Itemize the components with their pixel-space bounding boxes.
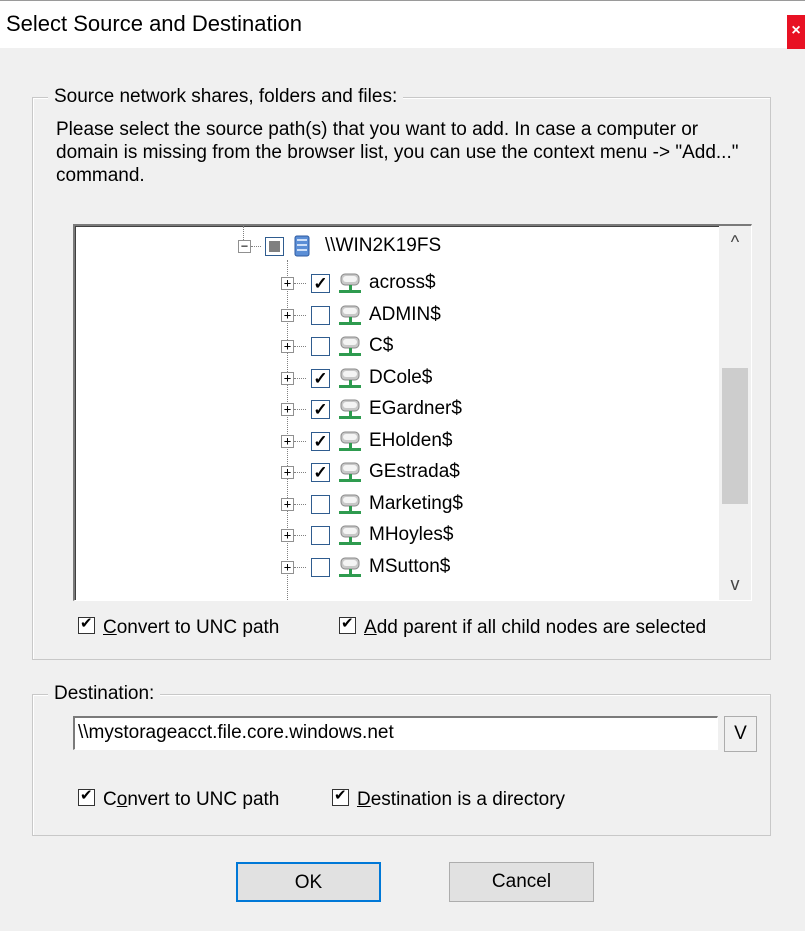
destination-convert-unc-checkbox[interactable]: Convert to UNC path [78, 786, 279, 811]
add-parent-checkbox[interactable]: Add parent if all child nodes are select… [339, 614, 706, 639]
tree-share-node[interactable]: + ✓ GEstrada$ [75, 459, 715, 489]
share-label[interactable]: GEstrada$ [369, 461, 460, 483]
network-share-icon [339, 525, 361, 545]
tree-connector [294, 409, 306, 410]
expand-toggle-icon[interactable]: + [281, 277, 294, 290]
share-checkbox[interactable] [311, 526, 330, 545]
tree-connector [294, 567, 306, 568]
server-node-label[interactable]: \\WIN2K19FS [325, 235, 441, 257]
network-share-icon [339, 305, 361, 325]
expand-toggle-icon[interactable]: + [281, 561, 294, 574]
share-label[interactable]: across$ [369, 272, 436, 294]
expand-toggle-icon[interactable]: + [281, 340, 294, 353]
checkbox-box[interactable] [332, 786, 349, 806]
tree-share-node[interactable]: + MHoyles$ [75, 522, 715, 552]
cancel-button[interactable]: Cancel [449, 862, 594, 902]
expand-toggle-icon[interactable]: + [281, 529, 294, 542]
tree-connector [294, 283, 306, 284]
expand-toggle-icon[interactable]: + [281, 372, 294, 385]
tree-share-node[interactable]: + ADMIN$ [75, 302, 715, 332]
server-icon [294, 235, 310, 257]
network-share-icon [339, 336, 361, 356]
share-label[interactable]: DCole$ [369, 367, 432, 389]
close-button[interactable]: × [787, 15, 805, 49]
tree-connector [294, 378, 306, 379]
scrollbar-thumb[interactable] [722, 368, 748, 504]
tree-scrollbar[interactable]: ^ v [719, 226, 751, 600]
destination-dropdown-button[interactable]: V [724, 716, 757, 752]
share-checkbox[interactable]: ✓ [311, 463, 330, 482]
share-checkbox[interactable]: ✓ [311, 400, 330, 419]
share-checkbox[interactable] [311, 337, 330, 356]
tree-connector [294, 472, 306, 473]
network-share-icon [339, 399, 361, 419]
tree-connector [294, 315, 306, 316]
network-share-icon [339, 368, 361, 388]
scroll-down-arrow-icon[interactable]: v [719, 568, 751, 600]
share-checkbox[interactable]: ✓ [311, 369, 330, 388]
window-title: Select Source and Destination [6, 11, 302, 36]
share-label[interactable]: EHolden$ [369, 430, 452, 452]
tree-share-node[interactable]: + MSutton$ [75, 554, 715, 584]
share-checkbox[interactable] [311, 558, 330, 577]
network-share-icon [339, 557, 361, 577]
network-share-icon [339, 462, 361, 482]
share-label[interactable]: C$ [369, 335, 393, 357]
tree-connector [294, 504, 306, 505]
expand-toggle-icon[interactable]: + [281, 435, 294, 448]
destination-is-directory-checkbox[interactable]: Destination is a directory [332, 786, 565, 811]
collapse-toggle-icon[interactable]: − [238, 240, 251, 253]
tree-share-node[interactable]: + ✓ DCole$ [75, 365, 715, 395]
share-checkbox[interactable] [311, 306, 330, 325]
tree-share-node[interactable]: + Marketing$ [75, 491, 715, 521]
expand-toggle-icon[interactable]: + [281, 403, 294, 416]
tree-connector [294, 346, 306, 347]
dialog-window: Select Source and Destination × Source n… [0, 0, 805, 931]
share-label[interactable]: EGardner$ [369, 398, 462, 420]
expand-toggle-icon[interactable]: + [281, 466, 294, 479]
checkbox-box[interactable] [78, 786, 95, 806]
tree-connector [294, 441, 306, 442]
source-group-legend: Source network shares, folders and files… [48, 86, 404, 108]
scroll-up-arrow-icon[interactable]: ^ [719, 226, 751, 258]
tree-share-node[interactable]: + C$ [75, 333, 715, 363]
tree-connector [294, 535, 306, 536]
tree-share-node[interactable]: + ✓ EGardner$ [75, 396, 715, 426]
share-label[interactable]: MSutton$ [369, 556, 450, 578]
tree-share-node[interactable]: + ✓ across$ [75, 270, 715, 300]
network-share-icon [339, 273, 361, 293]
share-label[interactable]: Marketing$ [369, 493, 463, 515]
share-label[interactable]: ADMIN$ [369, 304, 441, 326]
source-tree-view[interactable]: − \\WIN2K19FS + ✓ across$ + ADMIN$ + C$ + ✓ DCole… [73, 224, 752, 601]
ok-button[interactable]: OK [236, 862, 381, 902]
source-convert-unc-checkbox[interactable]: Convert to UNC path [78, 614, 279, 639]
expand-toggle-icon[interactable]: + [281, 309, 294, 322]
share-label[interactable]: MHoyles$ [369, 524, 453, 546]
tree-share-node[interactable]: + ✓ EHolden$ [75, 428, 715, 458]
network-share-icon [339, 431, 361, 451]
checkbox-box[interactable] [78, 614, 95, 634]
tree-connector [251, 246, 261, 247]
network-share-icon [339, 494, 361, 514]
source-instructions: Please select the source path(s) that yo… [56, 119, 739, 186]
destination-input[interactable]: \\mystorageacct.file.core.windows.net [73, 716, 718, 750]
checkbox-box[interactable] [339, 614, 356, 634]
share-checkbox[interactable]: ✓ [311, 274, 330, 293]
expand-toggle-icon[interactable]: + [281, 498, 294, 511]
share-checkbox[interactable] [311, 495, 330, 514]
destination-group-legend: Destination: [48, 683, 161, 705]
share-checkbox[interactable]: ✓ [311, 432, 330, 451]
server-checkbox[interactable] [265, 237, 284, 256]
title-bar: Select Source and Destination × [0, 0, 805, 49]
